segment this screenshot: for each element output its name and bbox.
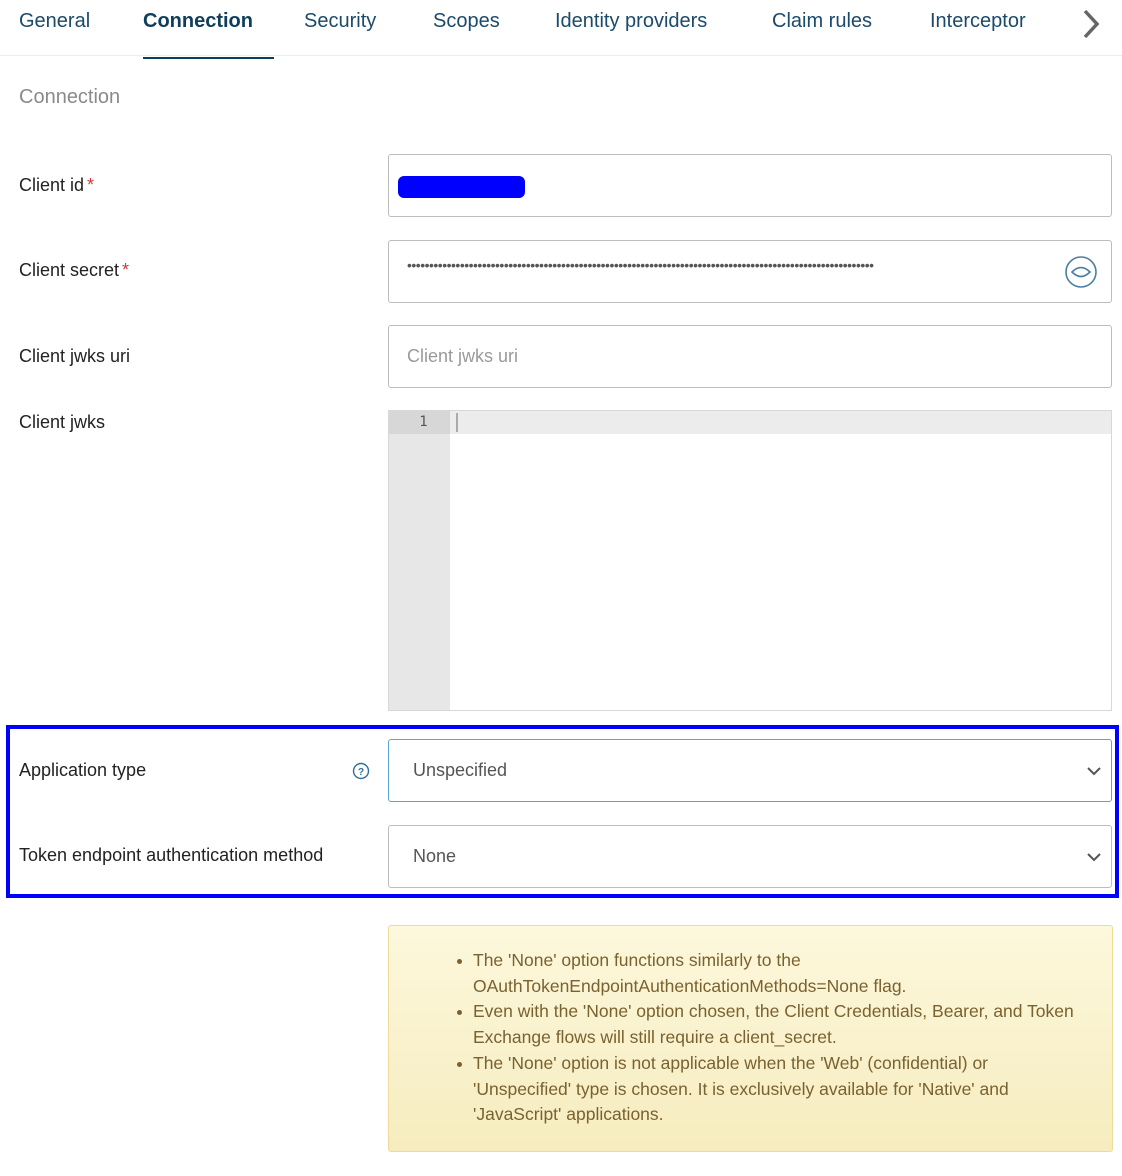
active-line xyxy=(450,411,1111,434)
token-endpoint-auth-method-select[interactable]: None xyxy=(388,825,1112,888)
client-id-input[interactable] xyxy=(388,154,1112,217)
selected-value: Unspecified xyxy=(413,760,508,780)
tab-connection[interactable]: Connection xyxy=(143,10,274,59)
alert-item: Even with the 'None' option chosen, the … xyxy=(457,999,1082,1050)
selected-value: None xyxy=(413,846,457,866)
alert-item: The 'None' option functions similarly to… xyxy=(457,948,1082,999)
line-number: 1 xyxy=(389,411,450,434)
client-secret-label-text: Client secret xyxy=(19,260,120,280)
line-gutter xyxy=(389,411,450,710)
help-icon[interactable]: ? xyxy=(352,762,370,780)
tab-bar: General Connection Security Scopes Ident… xyxy=(0,0,1122,59)
tab-general[interactable]: General xyxy=(19,10,90,56)
client-id-label: Client id * xyxy=(19,175,94,196)
tab-identity-providers[interactable]: Identity providers xyxy=(555,10,707,56)
eye-icon[interactable] xyxy=(1064,255,1098,289)
alert-list: The 'None' option functions similarly to… xyxy=(389,948,1082,1128)
client-secret-label: Client secret * xyxy=(19,260,129,281)
redacted-value xyxy=(398,176,525,198)
tab-scopes[interactable]: Scopes xyxy=(433,10,500,56)
info-alert: The 'None' option functions similarly to… xyxy=(388,925,1113,1152)
application-type-select[interactable]: Unspecified xyxy=(388,739,1112,802)
client-jwks-editor[interactable]: 1 xyxy=(388,410,1112,711)
section-title: Connection xyxy=(19,86,121,108)
chevron-right-icon[interactable] xyxy=(1076,6,1106,42)
text-cursor xyxy=(456,413,458,432)
client-jwks-uri-input[interactable]: Client jwks uri xyxy=(388,325,1112,388)
tab-interceptor[interactable]: Interceptor xyxy=(930,10,1026,56)
client-id-label-text: Client id xyxy=(19,175,85,195)
tab-security[interactable]: Security xyxy=(304,10,376,56)
client-secret-input[interactable]: ••••••••••••••••••••••••••••••••••••••••… xyxy=(388,240,1112,303)
client-jwks-label: Client jwks xyxy=(19,412,106,432)
required-mark: * xyxy=(87,175,95,195)
required-mark: * xyxy=(122,260,130,280)
alert-item: The 'None' option is not applicable when… xyxy=(457,1051,1082,1128)
chevron-down-icon xyxy=(1085,848,1103,866)
chevron-down-icon xyxy=(1085,762,1103,780)
svg-text:?: ? xyxy=(358,767,364,778)
application-type-label: Application type xyxy=(19,760,147,780)
masked-secret: ••••••••••••••••••••••••••••••••••••••••… xyxy=(407,257,874,273)
token-endpoint-auth-method-label: Token endpoint authentication method xyxy=(19,845,324,865)
tab-claim-rules[interactable]: Claim rules xyxy=(772,10,872,56)
client-jwks-uri-label: Client jwks uri xyxy=(19,346,131,366)
placeholder: Client jwks uri xyxy=(407,346,519,366)
